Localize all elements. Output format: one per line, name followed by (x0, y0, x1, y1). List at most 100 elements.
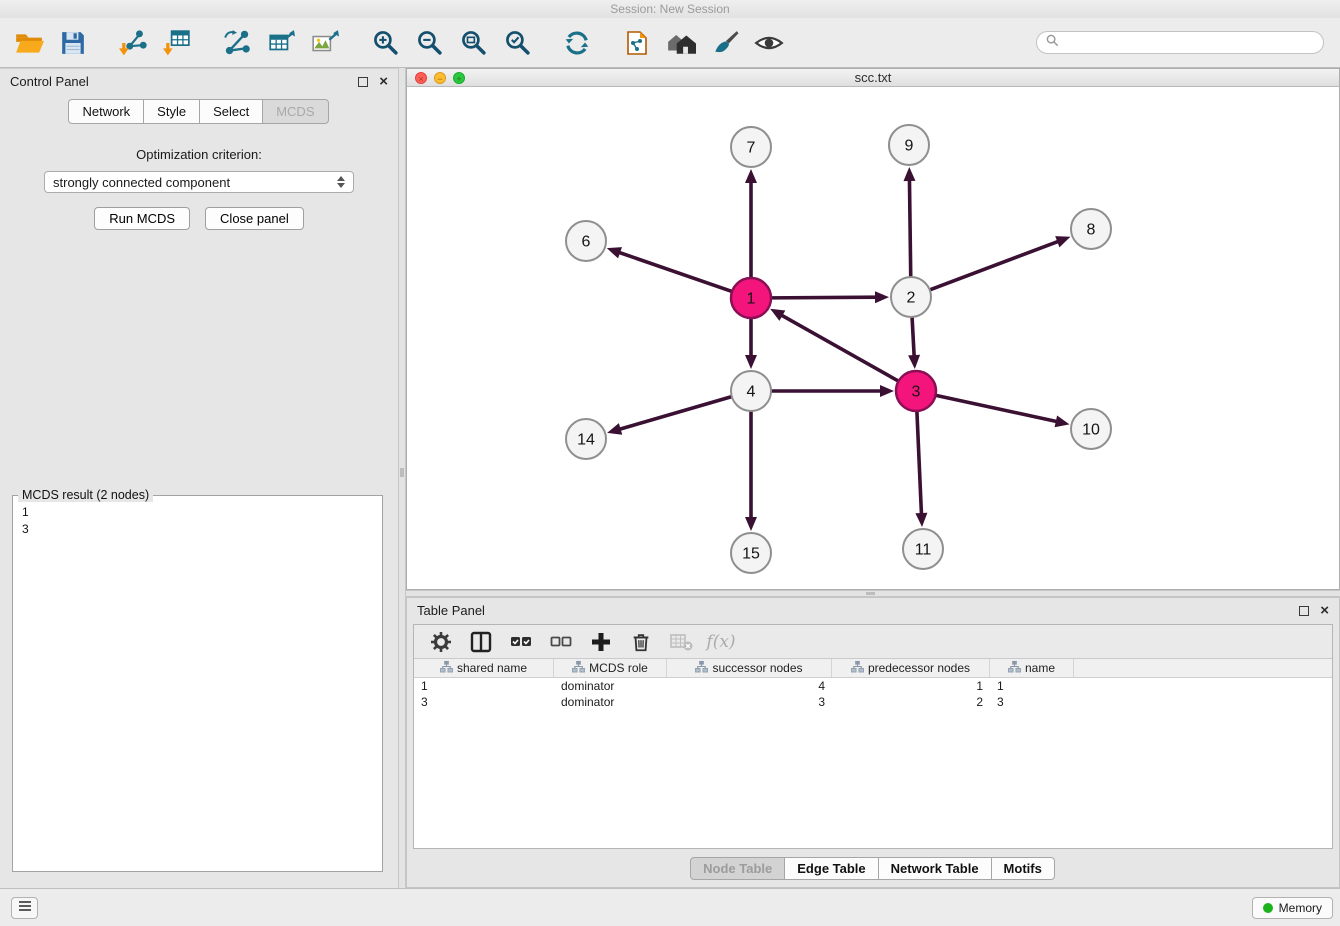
graph-edge-2-3[interactable] (908, 318, 920, 369)
copy-network-icon[interactable] (620, 25, 654, 61)
tab-edge-table[interactable]: Edge Table (784, 857, 878, 880)
function-builder-icon[interactable]: f(x) (708, 628, 734, 656)
graph-node-4[interactable]: 4 (731, 371, 771, 411)
graph-node-11[interactable]: 11 (903, 529, 943, 569)
table-cell[interactable]: 3 (990, 694, 1074, 710)
tab-select[interactable]: Select (199, 99, 263, 124)
criterion-dropdown[interactable]: strongly connected component (44, 171, 354, 193)
graph-edge-4-15[interactable] (745, 412, 757, 531)
float-table-panel-icon[interactable] (1299, 606, 1309, 616)
close-window-icon[interactable]: × (415, 72, 427, 84)
graph-edge-3-10[interactable] (937, 395, 1070, 427)
table-cell[interactable]: 1 (832, 678, 990, 694)
delete-table-icon[interactable] (668, 628, 694, 656)
export-image-icon[interactable] (308, 25, 342, 61)
table-cell[interactable]: 2 (832, 694, 990, 710)
mcds-result-title: MCDS result (2 nodes) (18, 488, 153, 502)
graph-node-8[interactable]: 8 (1071, 209, 1111, 249)
open-session-icon[interactable] (12, 25, 46, 61)
minimize-window-icon[interactable]: − (434, 72, 446, 84)
graph-node-15[interactable]: 15 (731, 533, 771, 573)
tab-mcds[interactable]: MCDS (262, 99, 328, 124)
column-header-name[interactable]: name (990, 659, 1074, 677)
graph-node-9[interactable]: 9 (889, 125, 929, 165)
table-cell[interactable]: 1 (414, 678, 554, 694)
graph-node-10[interactable]: 10 (1071, 409, 1111, 449)
table-row[interactable]: 1dominator411 (414, 678, 1332, 694)
zoom-fit-icon[interactable] (456, 25, 490, 61)
tab-motifs[interactable]: Motifs (991, 857, 1055, 880)
table-row[interactable]: 3dominator323 (414, 694, 1332, 710)
new-network-icon[interactable] (220, 25, 254, 61)
graph-node-2[interactable]: 2 (891, 277, 931, 317)
zoom-window-icon[interactable]: + (453, 72, 465, 84)
graph-edge-3-11[interactable] (915, 412, 927, 527)
svg-text:7: 7 (747, 140, 756, 157)
table-cell[interactable]: 4 (667, 678, 832, 694)
search-box[interactable] (1036, 31, 1324, 54)
table-cell[interactable]: dominator (554, 678, 667, 694)
graph-edge-2-8[interactable] (931, 236, 1071, 289)
search-icon (1046, 34, 1059, 52)
eye-icon[interactable] (752, 25, 786, 61)
home-views-icon[interactable] (664, 25, 698, 61)
select-all-icon[interactable] (508, 628, 534, 656)
horizontal-splitter[interactable] (406, 590, 1340, 597)
graph-edge-3-1[interactable] (770, 309, 898, 381)
column-header-mcds-role[interactable]: MCDS role (554, 659, 667, 677)
graph-edge-1-6[interactable] (607, 247, 731, 291)
import-network-icon[interactable] (116, 25, 150, 61)
graph-node-7[interactable]: 7 (731, 127, 771, 167)
column-header-label: name (1025, 661, 1055, 675)
table-cell[interactable]: 3 (414, 694, 554, 710)
graph-edge-1-7[interactable] (745, 169, 757, 277)
new-table-icon[interactable] (264, 25, 298, 61)
zoom-selected-icon[interactable] (500, 25, 534, 61)
search-input[interactable] (1064, 35, 1314, 50)
mcds-result-box: MCDS result (2 nodes) 1 3 (12, 495, 383, 872)
graph-edge-1-2[interactable] (772, 291, 889, 303)
refresh-layout-icon[interactable] (560, 25, 594, 61)
paintbrush-icon[interactable] (708, 25, 742, 61)
run-mcds-button[interactable]: Run MCDS (94, 207, 190, 230)
tab-network-table[interactable]: Network Table (878, 857, 992, 880)
table-cell[interactable]: dominator (554, 694, 667, 710)
close-panel-button[interactable]: Close panel (205, 207, 304, 230)
delete-row-icon[interactable] (628, 628, 654, 656)
tab-network[interactable]: Network (68, 99, 144, 124)
column-header-predecessor-nodes[interactable]: predecessor nodes (832, 659, 990, 677)
window-title: Session: New Session (610, 2, 729, 16)
vertical-splitter[interactable] (398, 68, 406, 888)
table-cell[interactable]: 1 (990, 678, 1074, 694)
import-table-icon[interactable] (160, 25, 194, 61)
memory-button[interactable]: Memory (1252, 897, 1333, 919)
column-header-successor-nodes[interactable]: successor nodes (667, 659, 832, 677)
zoom-out-icon[interactable] (412, 25, 446, 61)
graph-edge-2-9[interactable] (903, 167, 915, 276)
dropdown-arrows-icon (337, 176, 345, 188)
float-panel-icon[interactable] (358, 77, 368, 87)
add-row-icon[interactable] (588, 628, 614, 656)
tab-node-table[interactable]: Node Table (690, 857, 785, 880)
zoom-in-icon[interactable] (368, 25, 402, 61)
show-panels-button[interactable] (11, 897, 38, 919)
graph-node-1[interactable]: 1 (731, 278, 771, 318)
network-canvas[interactable]: 7 9 6 8 1 2 4 3 14 10 15 11 (407, 87, 1339, 589)
graph-edge-4-14[interactable] (607, 397, 731, 435)
table-rows: 1dominator4113dominator323 (414, 678, 1332, 710)
gear-icon[interactable] (428, 628, 454, 656)
tab-style[interactable]: Style (143, 99, 200, 124)
columns-icon[interactable] (468, 628, 494, 656)
deselect-all-icon[interactable] (548, 628, 574, 656)
graph-node-14[interactable]: 14 (566, 419, 606, 459)
network-window-titlebar[interactable]: ×−+ scc.txt (407, 69, 1339, 87)
graph-node-3[interactable]: 3 (896, 371, 936, 411)
graph-edge-4-3[interactable] (772, 385, 894, 397)
save-session-icon[interactable] (56, 25, 90, 61)
close-table-panel-icon[interactable]: × (1320, 606, 1329, 616)
close-panel-icon[interactable]: × (379, 77, 388, 87)
table-cell[interactable]: 3 (667, 694, 832, 710)
graph-node-6[interactable]: 6 (566, 221, 606, 261)
column-header-shared-name[interactable]: shared name (414, 659, 554, 677)
graph-edge-1-4[interactable] (745, 319, 757, 369)
